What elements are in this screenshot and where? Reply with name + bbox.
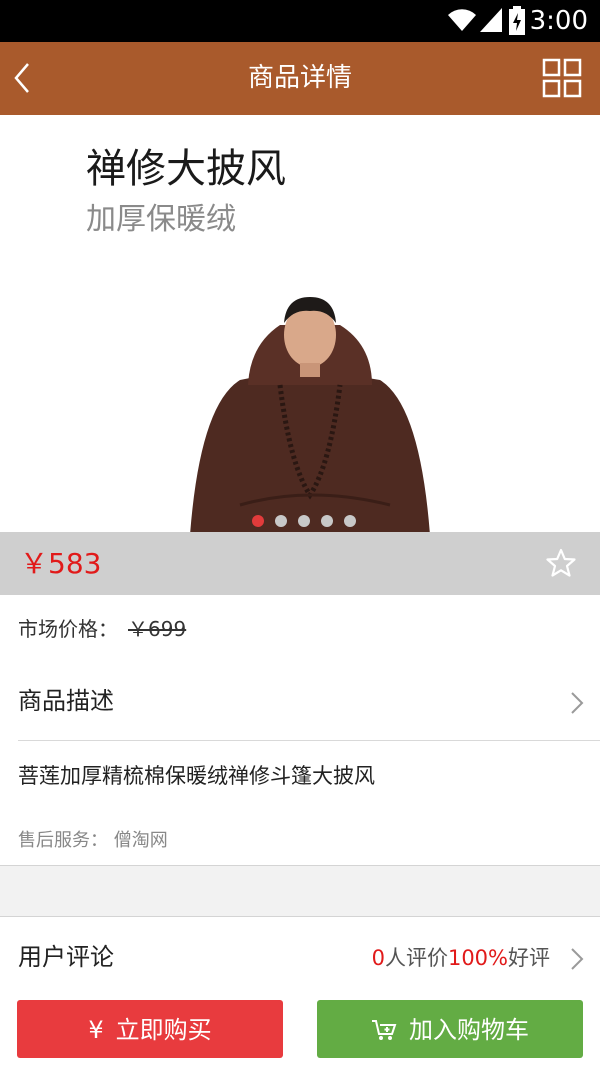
status-bar: 3:00 xyxy=(0,0,600,42)
product-image-carousel[interactable]: 禅修大披风 加厚保暖绒 xyxy=(0,115,600,532)
price-bar: ￥583 xyxy=(0,532,600,595)
add-to-cart-button[interactable]: 加入购物车 xyxy=(317,1000,583,1058)
market-price-value: ￥699 xyxy=(128,617,187,641)
service-provider: 僧淘网 xyxy=(113,830,168,851)
header-bar: 商品详情 xyxy=(0,42,600,115)
description-text: 菩莲加厚精梳棉保暖绒禅修斗篷大披风 xyxy=(18,764,375,788)
carousel-dot[interactable] xyxy=(344,515,356,527)
reviews-label: 用户评论 xyxy=(18,943,114,971)
product-info: 市场价格： ￥699 商品描述 菩莲加厚精梳棉保暖绒禅修斗篷大披风 售后服务： 僧… xyxy=(0,595,600,866)
market-price-row: 市场价格： ￥699 xyxy=(18,615,186,643)
carousel-indicator xyxy=(252,512,367,527)
status-time: 3:00 xyxy=(529,6,588,36)
star-outline-icon[interactable] xyxy=(546,548,576,578)
buy-now-label: 立即购买 xyxy=(115,1016,212,1044)
service-label: 售后服务： xyxy=(18,830,108,851)
wifi-icon xyxy=(448,9,476,31)
reviews-summary: 0人评价100%好评 xyxy=(372,943,550,973)
carousel-dot[interactable] xyxy=(321,515,333,527)
current-price: ￥583 xyxy=(20,547,102,580)
chevron-right-icon xyxy=(571,948,584,970)
signal-icon xyxy=(480,8,502,32)
add-to-cart-label: 加入购物车 xyxy=(409,1016,529,1044)
review-count: 0 xyxy=(371,946,385,970)
review-count-suffix: 人评价 xyxy=(384,946,448,970)
hero-headline: 禅修大披风 xyxy=(86,146,286,192)
carousel-dot[interactable] xyxy=(275,515,287,527)
description-row[interactable]: 商品描述 xyxy=(0,665,600,741)
description-label: 商品描述 xyxy=(18,687,114,715)
after-sales-service: 售后服务： 僧淘网 xyxy=(18,828,168,854)
reviews-row[interactable]: 用户评论 0人评价100%好评 xyxy=(0,917,600,997)
carousel-dot[interactable] xyxy=(298,515,310,527)
battery-charging-icon xyxy=(509,6,525,35)
grid-menu-icon[interactable] xyxy=(542,58,582,98)
chevron-right-icon xyxy=(571,692,584,714)
page-title: 商品详情 xyxy=(247,63,352,93)
product-photo xyxy=(190,297,430,532)
add-cart-icon xyxy=(372,1020,397,1040)
yen-icon: ¥ xyxy=(88,1016,104,1044)
carousel-dot[interactable] xyxy=(252,515,264,527)
market-price-label: 市场价格： xyxy=(18,617,118,641)
hero-subline: 加厚保暖绒 xyxy=(86,202,236,237)
buy-now-button[interactable]: ¥ 立即购买 xyxy=(17,1000,283,1058)
positive-rate: 100% xyxy=(447,946,508,970)
positive-rate-suffix: 好评 xyxy=(508,946,550,970)
divider xyxy=(18,740,600,741)
bottom-action-bar: ¥ 立即购买 加入购物车 xyxy=(0,992,600,1067)
divider xyxy=(0,865,600,866)
